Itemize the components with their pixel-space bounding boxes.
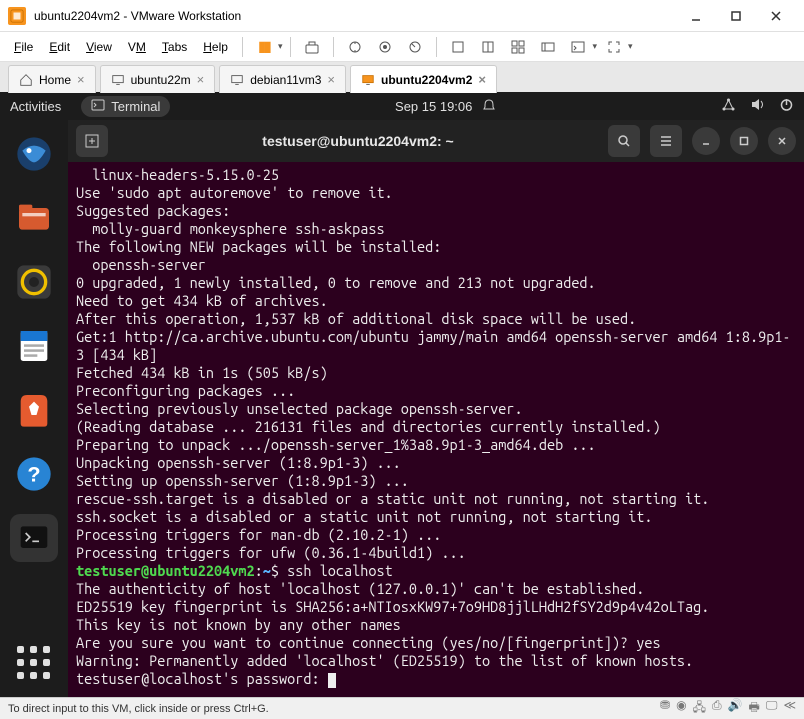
hdd-icon[interactable]: ⛃ xyxy=(660,698,670,719)
dock-thunderbird-icon[interactable] xyxy=(10,130,58,178)
menu-edit[interactable]: Edit xyxy=(43,36,76,58)
dock-files-icon[interactable] xyxy=(10,194,58,242)
tab-close-icon[interactable]: × xyxy=(197,72,205,87)
terminal-body[interactable]: linux-headers-5.15.0-25Use 'sudo apt aut… xyxy=(68,162,804,697)
terminal-icon xyxy=(91,98,105,115)
console-button[interactable] xyxy=(565,34,591,60)
search-button[interactable] xyxy=(608,125,640,157)
snapshot-button[interactable] xyxy=(342,34,368,60)
tab-close-icon[interactable]: × xyxy=(327,72,335,87)
sound-icon[interactable]: 🔊 xyxy=(728,698,743,719)
maximize-button[interactable] xyxy=(716,2,756,30)
device-icons[interactable]: ⛃ ◉ 🖧 ⎙ 🔊 🖶 🖵 ≪ xyxy=(660,698,796,719)
dock-show-apps-button[interactable] xyxy=(10,639,58,687)
menu-help[interactable]: Help xyxy=(197,36,234,58)
tab-close-icon[interactable]: × xyxy=(77,72,85,87)
network-device-icon[interactable]: 🖧 xyxy=(693,698,706,719)
snapshot-manager-button[interactable] xyxy=(372,34,398,60)
power-icon[interactable] xyxy=(779,97,794,115)
network-icon[interactable] xyxy=(721,97,736,115)
chevron-icon[interactable]: ≪ xyxy=(783,698,796,719)
vmware-menubar: File Edit View VM Tabs Help ▮▮▾ ▾ ▾ xyxy=(0,32,804,62)
menu-vm[interactable]: VM xyxy=(122,36,152,58)
view-tiles-button[interactable] xyxy=(505,34,531,60)
menu-tabs[interactable]: Tabs xyxy=(156,36,193,58)
tab-label: ubuntu22m xyxy=(131,73,191,87)
dock-terminal-icon[interactable] xyxy=(10,514,58,562)
term-close-button[interactable] xyxy=(768,127,796,155)
tab-label: ubuntu2204vm2 xyxy=(381,73,472,87)
close-button[interactable] xyxy=(756,2,796,30)
terminal-title: testuser@ubuntu2204vm2: ~ xyxy=(118,133,598,149)
terminal-titlebar: testuser@ubuntu2204vm2: ~ xyxy=(68,120,804,162)
tab-label: debian11vm3 xyxy=(250,73,321,87)
tab-label: Home xyxy=(39,73,71,87)
dock-software-icon[interactable] xyxy=(10,386,58,434)
pause-button[interactable]: ▮▮ xyxy=(251,34,277,60)
dock-rhythmbox-icon[interactable] xyxy=(10,258,58,306)
usb-icon[interactable]: ⎙ xyxy=(712,698,722,719)
app-name-label: Terminal xyxy=(111,99,160,114)
activities-button[interactable]: Activities xyxy=(10,99,61,114)
vmware-logo-icon xyxy=(8,7,26,25)
guest-display[interactable]: Activities Terminal Sep 15 19:06 ? xyxy=(0,92,804,697)
term-minimize-button[interactable] xyxy=(692,127,720,155)
clock-label[interactable]: Sep 15 19:06 xyxy=(395,99,472,114)
view-split-button[interactable] xyxy=(475,34,501,60)
ubuntu-dock: ? xyxy=(0,120,68,697)
dock-help-icon[interactable]: ? xyxy=(10,450,58,498)
minimize-button[interactable] xyxy=(676,2,716,30)
view-single-button[interactable] xyxy=(445,34,471,60)
gnome-topbar: Activities Terminal Sep 15 19:06 xyxy=(0,92,804,120)
vmware-titlebar: ubuntu2204vm2 - VMware Workstation xyxy=(0,0,804,32)
monitor-icon xyxy=(111,73,125,87)
vmware-tab-vm1[interactable]: ubuntu22m × xyxy=(100,65,216,93)
revert-button[interactable] xyxy=(402,34,428,60)
term-maximize-button[interactable] xyxy=(730,127,758,155)
new-tab-button[interactable] xyxy=(76,125,108,157)
cd-icon[interactable]: ◉ xyxy=(676,698,686,719)
vmware-tab-vm3[interactable]: ubuntu2204vm2 × xyxy=(350,65,497,93)
tab-close-icon[interactable]: × xyxy=(478,72,486,87)
vmware-tab-vm2[interactable]: debian11vm3 × xyxy=(219,65,346,93)
volume-icon[interactable] xyxy=(750,97,765,115)
unity-button[interactable] xyxy=(535,34,561,60)
menu-view[interactable]: View xyxy=(80,36,118,58)
notification-icon[interactable] xyxy=(482,98,496,115)
monitor-icon xyxy=(361,73,375,87)
menu-file[interactable]: File xyxy=(8,36,39,58)
vmware-tab-home[interactable]: Home × xyxy=(8,65,96,93)
svg-text:?: ? xyxy=(27,462,40,487)
vmware-tabs: Home × ubuntu22m × debian11vm3 × ubuntu2… xyxy=(0,62,804,92)
home-icon xyxy=(19,73,33,87)
vmware-window-title: ubuntu2204vm2 - VMware Workstation xyxy=(34,9,676,23)
terminal-window: testuser@ubuntu2204vm2: ~ linux-headers-… xyxy=(68,120,804,697)
status-hint: To direct input to this VM, click inside… xyxy=(8,703,269,715)
menu-button[interactable] xyxy=(650,125,682,157)
fullscreen-button[interactable] xyxy=(601,34,627,60)
display-icon[interactable]: 🖵 xyxy=(766,698,778,719)
printer-icon[interactable]: 🖶 xyxy=(749,698,760,719)
app-menu[interactable]: Terminal xyxy=(81,96,170,117)
dock-libreoffice-writer-icon[interactable] xyxy=(10,322,58,370)
monitor-icon xyxy=(230,73,244,87)
vmware-statusbar: To direct input to this VM, click inside… xyxy=(0,697,804,719)
send-ctrl-alt-del-button[interactable] xyxy=(299,34,325,60)
